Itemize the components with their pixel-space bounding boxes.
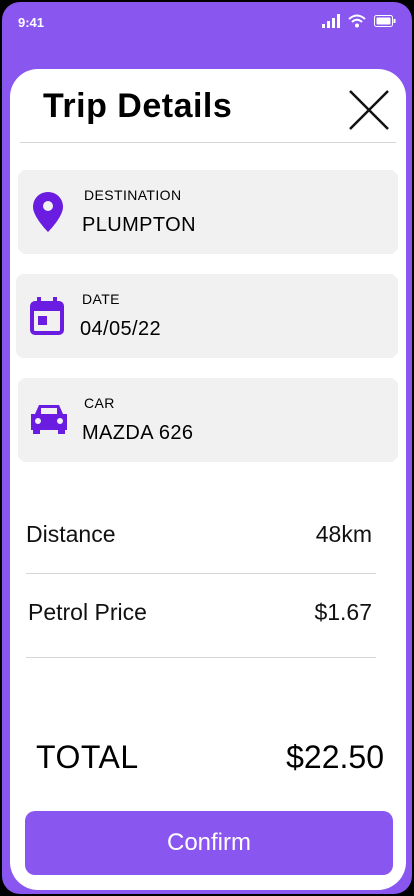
total-label: TOTAL <box>36 739 139 775</box>
destination-card[interactable]: DESTINATION PLUMPTON <box>18 170 398 254</box>
close-button[interactable] <box>346 87 392 133</box>
status-bar: 9:41 <box>2 2 412 44</box>
petrol-price-value: $1.67 <box>314 599 372 625</box>
confirm-button[interactable]: Confirm <box>25 811 393 875</box>
battery-icon <box>374 15 396 27</box>
location-pin-icon <box>33 192 63 232</box>
petrol-price-label: Petrol Price <box>28 599 147 625</box>
destination-value: PLUMPTON <box>82 214 196 236</box>
date-label: DATE <box>82 291 120 307</box>
close-icon <box>349 90 389 130</box>
distance-value: 48km <box>315 521 372 547</box>
destination-label: DESTINATION <box>84 187 182 203</box>
car-label: CAR <box>84 395 115 411</box>
row-divider <box>26 573 376 574</box>
status-icons <box>322 14 396 28</box>
car-icon <box>31 405 67 434</box>
petrol-price-row: Petrol Price $1.67 <box>28 593 372 633</box>
calendar-icon <box>30 297 64 335</box>
signal-icon <box>322 14 340 28</box>
page-title: Trip Details <box>43 87 233 125</box>
date-card[interactable]: DATE 04/05/22 <box>16 274 398 358</box>
distance-row: Distance 48km <box>26 515 372 555</box>
status-time: 9:41 <box>18 15 45 30</box>
trip-details-sheet: Trip Details DESTINATION PLUMPTON DATE 0… <box>10 69 406 890</box>
distance-label: Distance <box>26 521 116 547</box>
car-value: MAZDA 626 <box>82 422 194 444</box>
phone-screen: 9:41 Trip Details DESTINATION PLUMPTON D… <box>2 2 412 894</box>
car-card[interactable]: CAR MAZDA 626 <box>18 378 398 462</box>
title-divider <box>20 142 396 143</box>
date-value: 04/05/22 <box>80 318 162 340</box>
wifi-icon <box>348 14 366 28</box>
total-value: $22.50 <box>286 739 384 775</box>
row-divider <box>26 657 376 658</box>
